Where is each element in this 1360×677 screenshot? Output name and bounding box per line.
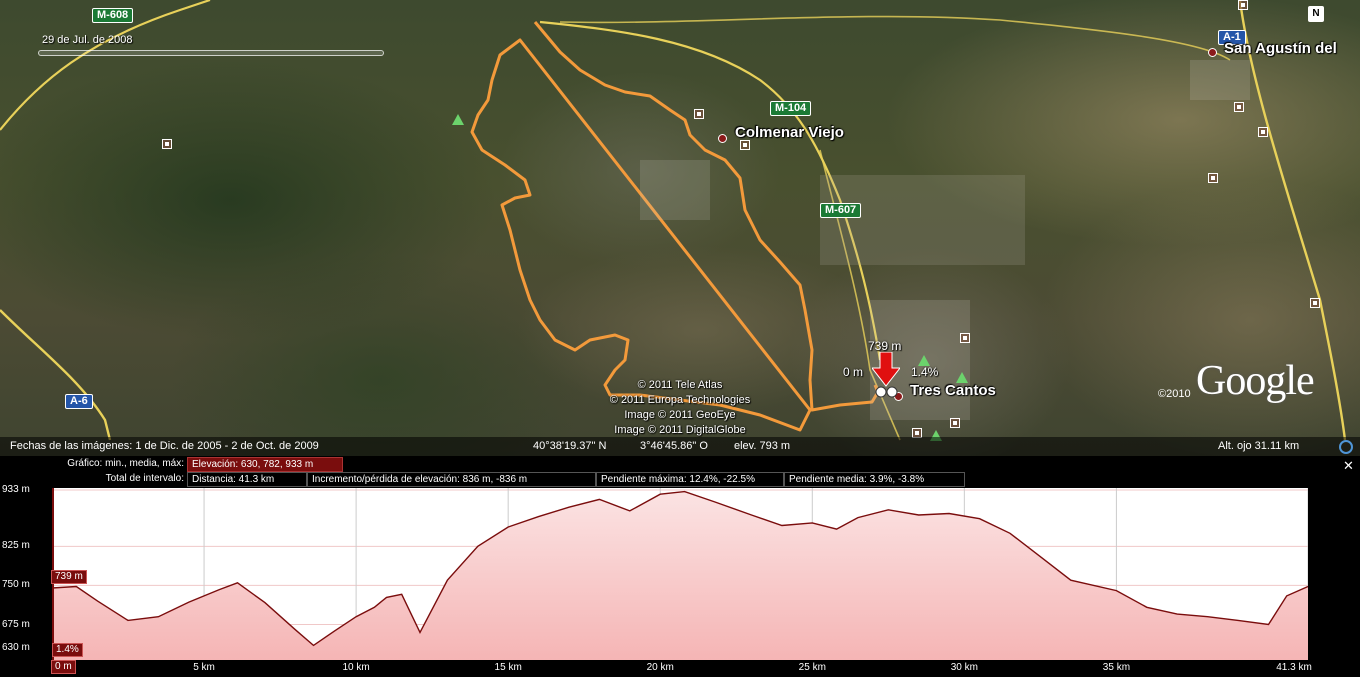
- copyright-line: Image © 2011 GeoEye: [624, 409, 736, 421]
- y-tick-label: 750 m: [2, 579, 30, 591]
- status-bar: Fechas de las imágenes: 1 de Dic. de 200…: [0, 437, 1360, 456]
- elevation-stat[interactable]: Elevación: 630, 782, 933 m: [187, 457, 343, 472]
- marker-elevation: 739 m: [868, 339, 902, 353]
- x-tick-label: 15 km: [494, 662, 522, 673]
- y-tick-label: 933 m: [2, 484, 30, 495]
- cursor-slope-flag: 1.4%: [52, 643, 83, 657]
- sun-ring-icon[interactable]: [1339, 440, 1353, 454]
- distance-stat[interactable]: Distancia: 41.3 km: [187, 472, 307, 487]
- avg-slope-stat[interactable]: Pendiente media: 3.9%, -3.8%: [784, 472, 965, 487]
- copyright-line: © 2011 Tele Atlas: [637, 379, 723, 391]
- poi-icon[interactable]: [694, 109, 704, 119]
- place-pin-san-agustin[interactable]: [1208, 48, 1217, 57]
- copyright-line: Image © 2011 DigitalGlobe: [614, 424, 746, 436]
- elevation-readout: elev. 793 m: [734, 440, 791, 452]
- google-logo: Google: [1196, 358, 1315, 404]
- timeline-date: 29 de Jul. de 2008: [42, 34, 133, 46]
- place-pin-colmenar[interactable]: [718, 134, 727, 143]
- place-label-tres-cantos[interactable]: Tres Cantos: [910, 382, 996, 399]
- y-tick-label: 630 m: [2, 642, 30, 653]
- park-tree-icon[interactable]: [956, 372, 968, 383]
- compass-north-icon[interactable]: N: [1308, 6, 1324, 22]
- google-year: ©2010: [1158, 388, 1191, 400]
- road-north: [559, 15, 1231, 61]
- cursor-elevation-flag: 739 m: [51, 570, 87, 584]
- x-tick-label: 20 km: [646, 662, 674, 673]
- graph-stats-row: Gráfico: min., media, máx: Elevación: 63…: [0, 457, 1360, 472]
- gain-loss-stat[interactable]: Incremento/pérdida de elevación: 836 m, …: [307, 472, 596, 487]
- gps-route: [470, 21, 880, 432]
- imagery-dates: Fechas de las imágenes: 1 de Dic. de 200…: [10, 440, 319, 452]
- x-tick-label: 5 km: [193, 662, 215, 673]
- marker-distance: 0 m: [843, 365, 864, 379]
- latitude: 40°38'19.37" N: [533, 440, 607, 452]
- poi-icon[interactable]: [950, 418, 960, 428]
- road-shield-m608: M-608: [92, 8, 134, 23]
- road-a6: [0, 309, 112, 441]
- range-label: Total de intervalo:: [105, 473, 184, 484]
- y-tick-label: 825 m: [2, 540, 30, 552]
- graph-label: Gráfico: min., media, máx:: [67, 458, 184, 469]
- road-shield-m104: M-104: [770, 101, 812, 116]
- elevation-chart[interactable]: [52, 488, 1308, 660]
- x-tick-label: 35 km: [1102, 662, 1131, 673]
- map-view[interactable]: 29 de Jul. de 2008 M-608 M-104 M-607 A-6…: [0, 0, 1360, 456]
- poi-icon[interactable]: [1310, 298, 1320, 308]
- copyright-notice: © 2011 Tele Atlas © 2011 Europa Technolo…: [595, 378, 765, 438]
- marker-slope: 1.4%: [911, 365, 939, 379]
- longitude: 3°46'45.86" O: [640, 440, 708, 452]
- x-tick-label: 30 km: [950, 662, 978, 673]
- place-label-san-agustin[interactable]: San Agustín del: [1224, 40, 1337, 57]
- max-slope-stat[interactable]: Pendiente máxima: 12.4%, -22.5%: [596, 472, 784, 487]
- timeline-slider[interactable]: [38, 46, 384, 60]
- elevation-chart-svg[interactable]: [52, 488, 1308, 660]
- copyright-line: © 2011 Europa Technologies: [609, 394, 751, 406]
- road-shield-a6: A-6: [65, 394, 93, 409]
- poi-icon[interactable]: [1208, 173, 1218, 183]
- poi-icon[interactable]: [1238, 0, 1248, 10]
- eye-altitude: Alt. ojo 31.11 km: [1218, 440, 1300, 452]
- x-tick-label: 41.3 km: [1276, 662, 1312, 673]
- poi-icon[interactable]: [1234, 102, 1244, 112]
- timeline-track[interactable]: [38, 50, 384, 56]
- road-shield-m607: M-607: [820, 203, 862, 218]
- poi-icon[interactable]: [162, 139, 172, 149]
- x-tick-label: 25 km: [798, 662, 826, 673]
- poi-icon[interactable]: [740, 140, 750, 150]
- park-tree-icon[interactable]: [452, 114, 464, 125]
- cursor-distance-flag: 0 m: [51, 660, 76, 674]
- poi-icon[interactable]: [960, 333, 970, 343]
- y-tick-label: 675 m: [2, 618, 30, 630]
- cursor-arrow-icon[interactable]: [872, 352, 900, 400]
- close-icon[interactable]: ✕: [1343, 458, 1354, 474]
- range-stats-row: Total de intervalo: Distancia: 41.3 km I…: [0, 472, 1360, 487]
- poi-icon[interactable]: [1258, 127, 1268, 137]
- place-label-colmenar[interactable]: Colmenar Viejo: [735, 124, 844, 141]
- x-tick-label: 10 km: [342, 662, 370, 673]
